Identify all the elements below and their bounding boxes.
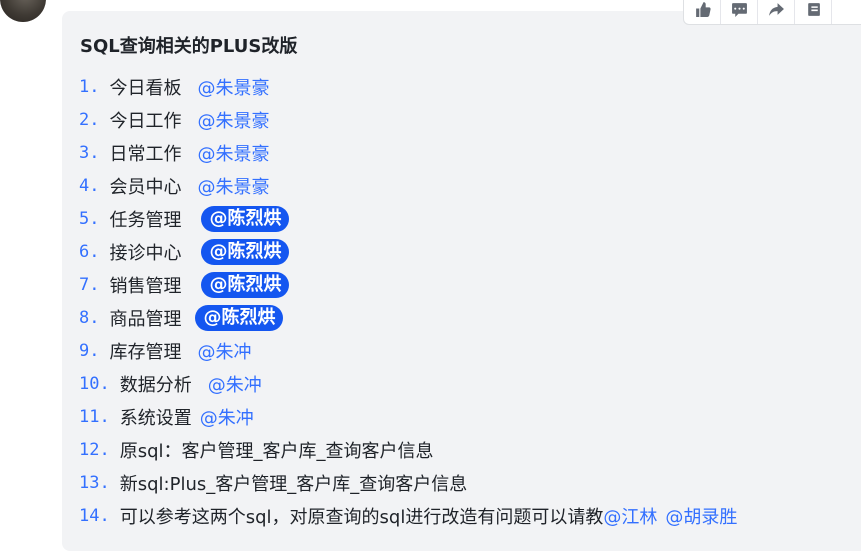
list-item: 6. 接诊中心 @陈烈烘 [79,235,290,268]
item-number: 13. [79,472,110,493]
item-number: 6. [79,241,100,262]
list-item: 1. 今日看板 @朱景豪 [79,70,269,103]
item-text: 系统设置 [119,407,192,429]
mention-link[interactable]: @江林 [603,503,657,529]
more-button[interactable] [795,0,832,24]
self-mention-badge[interactable]: @陈烈烘 [201,238,290,265]
item-number: 1. [79,76,100,97]
item-number: 5. [79,208,100,229]
self-mention-badge[interactable]: @陈烈烘 [201,205,290,232]
mention-link[interactable]: @朱冲 [208,371,262,397]
list-item: 12. 原sql：客户管理_客户库_查询客户信息 [79,433,434,466]
list-item: 9. 库存管理 @朱冲 [79,334,251,367]
comment-button[interactable] [721,0,758,24]
list-item: 10. 数据分析 @朱冲 [79,367,262,400]
item-text: 销售管理 [109,275,182,297]
self-mention-badge[interactable]: @陈烈烘 [201,271,290,298]
item-number: 10. [79,373,110,394]
forward-icon [768,3,784,16]
item-number: 11. [79,406,110,427]
list-item: 7. 销售管理 @陈烈烘 [79,268,290,301]
item-text: 新sql:Plus_客户管理_客户库_查询客户信息 [119,473,468,495]
item-number: 7. [79,274,100,295]
thumbs-up-button[interactable] [684,0,721,24]
mention-link[interactable]: @朱景豪 [197,140,269,166]
message-title: SQL查询相关的PLUS改版 [80,36,298,57]
thumbs-up-icon [695,2,711,17]
item-text: 商品管理 [109,308,182,330]
comment-icon [731,3,747,17]
item-text: 可以参考这两个sql，对原查询的sql进行改造有问题可以请教 [119,506,604,528]
self-mention-badge[interactable]: @陈烈烘 [195,304,284,331]
list-item: 3. 日常工作 @朱景豪 [79,136,269,169]
list-item: 2. 今日工作 @朱景豪 [79,103,269,136]
list-item: 5. 任务管理 @陈烈烘 [79,202,290,235]
item-text: 原sql：客户管理_客户库_查询客户信息 [119,440,434,462]
more-icon [807,3,820,16]
message-toolbar [683,0,861,25]
item-number: 3. [79,142,100,163]
item-text: 会员中心 [109,176,182,198]
list-item: 11. 系统设置 @朱冲 [79,400,254,433]
list-item: 14. 可以参考这两个sql，对原查询的sql进行改造有问题可以请教 @江林 @… [79,499,737,532]
item-text: 库存管理 [109,341,182,363]
list-item: 8. 商品管理 @陈烈烘 [79,301,284,334]
item-text: 日常工作 [109,143,182,165]
mention-link[interactable]: @朱冲 [197,338,251,364]
item-text: 今日看板 [109,77,182,99]
item-text: 今日工作 [109,110,182,132]
item-number: 12. [79,439,110,460]
list-item: 4. 会员中心 @朱景豪 [79,169,269,202]
item-number: 8. [79,307,100,328]
item-number: 2. [79,109,100,130]
item-number: 9. [79,340,100,361]
mention-link[interactable]: @朱景豪 [197,107,269,133]
item-number: 4. [79,175,100,196]
list-item: 13. 新sql:Plus_客户管理_客户库_查询客户信息 [79,466,467,499]
mention-link[interactable]: @朱冲 [200,404,254,430]
avatar[interactable] [0,0,46,22]
item-text: 接诊中心 [109,242,182,264]
mention-link[interactable]: @胡录胜 [665,503,737,529]
mention-link[interactable]: @朱景豪 [197,74,269,100]
mention-link[interactable]: @朱景豪 [197,173,269,199]
forward-button[interactable] [758,0,795,24]
item-number: 14. [79,505,110,526]
item-text: 数据分析 [119,374,192,396]
item-text: 任务管理 [109,209,182,231]
